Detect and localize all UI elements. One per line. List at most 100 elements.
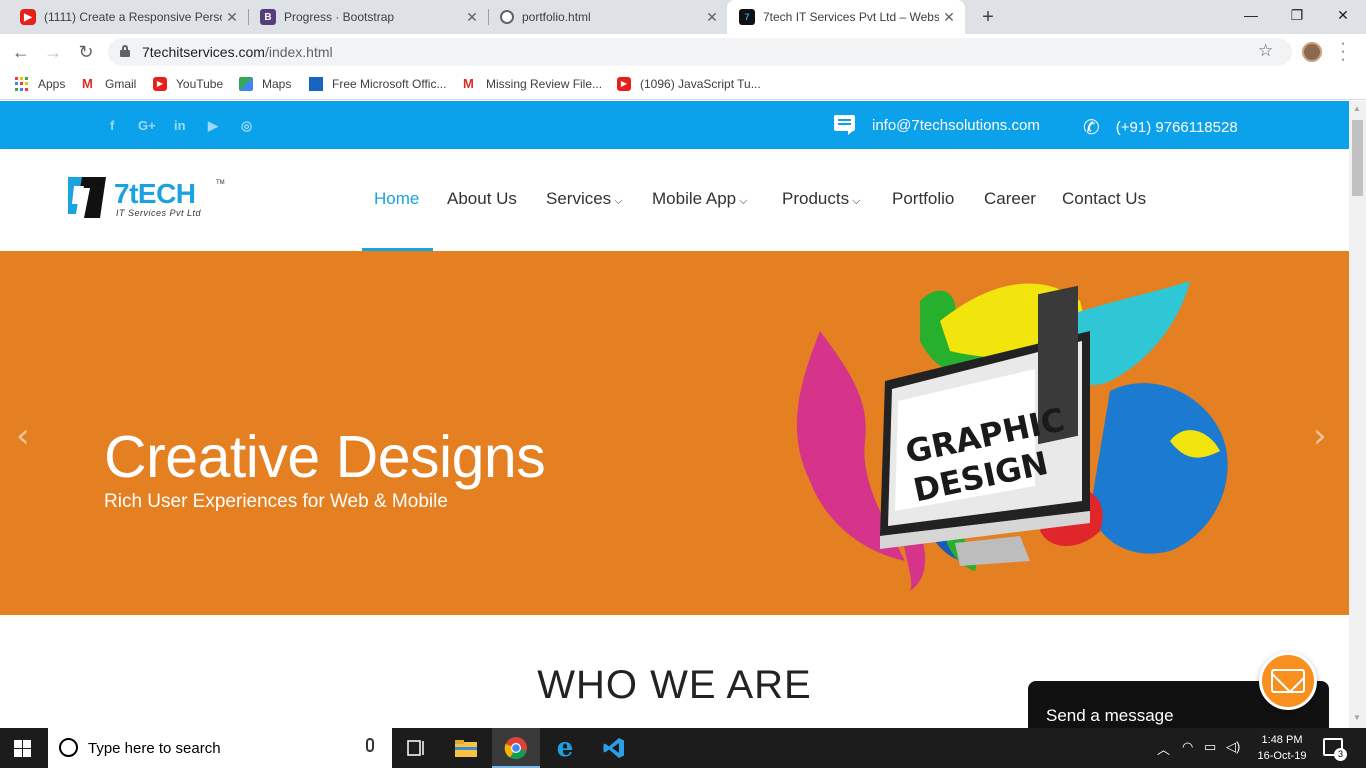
- page-scrollbar[interactable]: ▲ ▼: [1349, 101, 1366, 728]
- carousel-next-icon[interactable]: ›: [1313, 416, 1327, 456]
- bookmark-label: Apps: [38, 77, 66, 91]
- microsoft-icon: [309, 77, 323, 91]
- file-explorer-icon[interactable]: [442, 728, 490, 768]
- close-icon[interactable]: ✕: [939, 9, 959, 26]
- tab-bootstrap[interactable]: B Progress · Bootstrap ✕: [248, 0, 488, 34]
- chevron-down-icon: ⌵: [614, 195, 623, 207]
- bookmark-label: Free Microsoft Offic...: [332, 77, 447, 91]
- nav-portfolio[interactable]: Portfolio: [892, 189, 954, 209]
- page-viewport: f G+ in ▶ ◎ info@7techsolutions.com ✆ (+…: [0, 101, 1349, 728]
- tab-title: (1111) Create a Responsive Perso: [44, 10, 222, 24]
- taskbar-clock[interactable]: 1:48 PM 16-Oct-19: [1250, 732, 1314, 764]
- windows-taskbar: Type here to search e ︿ ◠ ▭ ◁) 1:48 PM 1…: [0, 728, 1366, 768]
- scroll-down-icon[interactable]: ▼: [1353, 713, 1361, 722]
- maps-icon: [239, 77, 253, 91]
- carousel-prev-icon[interactable]: ‹: [16, 416, 30, 456]
- site-header: 7tECH TM IT Services Pvt Ltd Home About …: [0, 149, 1349, 251]
- back-button[interactable]: ←: [9, 40, 33, 64]
- youtube-icon: ▶: [617, 77, 631, 91]
- lock-icon: [120, 45, 130, 57]
- bookmark-gmail[interactable]: M Gmail: [82, 76, 136, 92]
- address-bar[interactable]: 7techitservices.com/index.html ☆: [108, 38, 1292, 66]
- battery-icon[interactable]: ▭: [1204, 739, 1216, 755]
- tab-title: portfolio.html: [522, 10, 591, 24]
- close-window-button[interactable]: ✕: [1320, 0, 1366, 30]
- bookmarks-bar: Apps M Gmail ▶ YouTube Maps Free Microso…: [0, 70, 1366, 100]
- bootstrap-icon: B: [260, 9, 276, 25]
- minimize-button[interactable]: —: [1228, 0, 1274, 30]
- taskbar-search-box[interactable]: Type here to search: [48, 728, 392, 768]
- facebook-icon[interactable]: f: [110, 118, 114, 133]
- bookmark-maps[interactable]: Maps: [239, 77, 291, 91]
- youtube-icon: ▶: [153, 77, 167, 91]
- vscode-icon[interactable]: [590, 728, 638, 768]
- linkedin-icon[interactable]: in: [174, 118, 186, 133]
- globe-icon: [500, 10, 514, 24]
- bookmark-missing-review[interactable]: M Missing Review File...: [463, 77, 603, 92]
- nav-mobile-app[interactable]: Mobile App ⌵: [652, 189, 747, 209]
- nav-services[interactable]: Services ⌵: [546, 189, 623, 209]
- nav-career[interactable]: Career: [984, 189, 1036, 209]
- close-icon[interactable]: ✕: [702, 9, 722, 26]
- clock-date: 16-Oct-19: [1257, 750, 1307, 762]
- windows-start-icon[interactable]: [14, 740, 31, 757]
- bookmark-apps[interactable]: Apps: [15, 77, 65, 91]
- close-icon[interactable]: ✕: [222, 9, 242, 26]
- nav-home[interactable]: Home: [374, 189, 419, 209]
- chevron-down-icon: ⌵: [739, 195, 748, 207]
- email-text: info@7techsolutions.com: [872, 116, 1040, 134]
- clock-time: 1:48 PM: [1261, 734, 1303, 746]
- 7tech-icon: 7: [739, 9, 755, 25]
- scrollbar-thumb[interactable]: [1352, 120, 1363, 196]
- youtube-icon[interactable]: ▶: [208, 118, 218, 134]
- bookmark-microsoft-office[interactable]: Free Microsoft Offic...: [309, 77, 446, 91]
- tab-7tech[interactable]: 7 7tech IT Services Pvt Ltd – Websi ✕: [727, 0, 965, 34]
- chevron-down-icon: ⌵: [852, 195, 861, 207]
- bookmark-star-icon[interactable]: ☆: [1258, 41, 1273, 61]
- volume-icon[interactable]: ◁): [1226, 739, 1240, 755]
- browser-toolbar: ← → ↻ 7techitservices.com/index.html ☆ ·…: [0, 34, 1366, 70]
- bookmark-label: (1096) JavaScript Tu...: [640, 77, 761, 91]
- graphic-design-illustration: GRAPHIC DESIGN: [796, 281, 1228, 591]
- task-view-icon[interactable]: [392, 728, 440, 768]
- google-plus-icon[interactable]: G+: [138, 118, 156, 133]
- gmail-icon: M: [82, 76, 93, 91]
- nav-about-us[interactable]: About Us: [447, 189, 517, 209]
- microphone-icon[interactable]: [366, 738, 374, 752]
- chat-fab-button[interactable]: [1259, 652, 1317, 710]
- bookmark-label: Maps: [262, 77, 292, 91]
- new-tab-button[interactable]: +: [976, 5, 1000, 29]
- internet-explorer-icon[interactable]: e: [541, 728, 589, 768]
- chat-label: Send a message: [1046, 706, 1174, 725]
- email-contact[interactable]: info@7techsolutions.com: [834, 115, 1040, 135]
- reload-button[interactable]: ↻: [74, 40, 98, 64]
- nav-contact-us[interactable]: Contact Us: [1062, 189, 1146, 209]
- url-text[interactable]: 7techitservices.com/index.html: [142, 44, 333, 60]
- nav-products[interactable]: Products ⌵: [782, 189, 860, 209]
- tab-youtube[interactable]: ▶ (1111) Create a Responsive Perso ✕: [8, 0, 248, 34]
- logo-tm: TM: [216, 180, 225, 186]
- tray-chevron-up-icon[interactable]: ︿: [1157, 739, 1170, 758]
- tab-portfolio[interactable]: portfolio.html ✕: [488, 0, 728, 34]
- restore-button[interactable]: ❐: [1274, 0, 1320, 30]
- bookmark-youtube[interactable]: ▶ YouTube: [153, 77, 223, 91]
- profile-avatar[interactable]: [1302, 42, 1322, 62]
- hero-subtitle: Rich User Experiences for Web & Mobile: [104, 491, 448, 512]
- browser-tab-strip: ▶ (1111) Create a Responsive Perso ✕ B P…: [0, 0, 1366, 34]
- forward-button[interactable]: →: [41, 40, 65, 64]
- 7tech-logo[interactable]: 7tECH TM IT Services Pvt Ltd: [66, 174, 228, 222]
- scroll-up-icon[interactable]: ▲: [1353, 104, 1361, 113]
- phone-icon: ✆: [1083, 117, 1100, 139]
- logo-tagline: IT Services Pvt Ltd: [116, 208, 202, 218]
- close-icon[interactable]: ✕: [462, 9, 482, 26]
- chrome-taskbar-icon[interactable]: [492, 728, 540, 768]
- phone-contact[interactable]: ✆ (+91) 9766118528: [1083, 115, 1238, 140]
- bookmark-label: Missing Review File...: [486, 77, 603, 91]
- bookmark-javascript[interactable]: ▶ (1096) JavaScript Tu...: [617, 77, 761, 91]
- network-icon[interactable]: ◠: [1182, 739, 1193, 755]
- whatsapp-icon[interactable]: ◎: [241, 118, 252, 134]
- hero-title: Creative Designs: [104, 424, 546, 490]
- bookmark-label: YouTube: [176, 77, 224, 91]
- chrome-menu-icon[interactable]: · · ·: [1338, 36, 1348, 68]
- search-placeholder: Type here to search: [88, 740, 221, 757]
